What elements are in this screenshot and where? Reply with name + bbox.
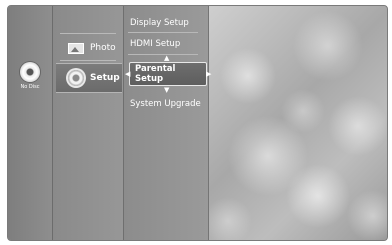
disc-icon — [20, 62, 40, 82]
chevron-up-icon: ▲ — [164, 54, 170, 62]
main-menu-setup-label: Setup — [90, 73, 120, 83]
disc-column — [8, 6, 53, 240]
disc-status: No Disc — [17, 62, 43, 102]
sub-menu-display-setup[interactable]: Display Setup — [124, 18, 208, 28]
gear-icon — [68, 70, 84, 86]
disc-status-label: No Disc — [20, 84, 40, 90]
sub-menu-divider — [128, 54, 198, 55]
main-menu-photo[interactable]: Photo — [56, 37, 122, 59]
menu-divider — [60, 33, 116, 34]
chevron-down-icon: ▼ — [164, 86, 170, 94]
tv-screen: No Disc Photo Setup Display Setup HDMI S… — [7, 5, 388, 241]
sub-menu-system-upgrade[interactable]: System Upgrade — [124, 99, 208, 109]
main-menu-photo-label: Photo — [90, 43, 116, 53]
menu-divider — [60, 60, 116, 61]
chevron-left-icon: ◀ — [125, 70, 131, 78]
photo-icon — [68, 42, 84, 54]
sub-menu-parental-setup[interactable]: Parental Setup — [129, 62, 207, 86]
chevron-right-icon: ▶ — [206, 70, 212, 78]
sub-menu-hdmi-setup[interactable]: HDMI Setup — [124, 39, 208, 49]
sub-menu-divider — [128, 32, 198, 33]
main-menu-setup[interactable]: Setup — [56, 63, 122, 93]
background-image — [208, 6, 387, 240]
